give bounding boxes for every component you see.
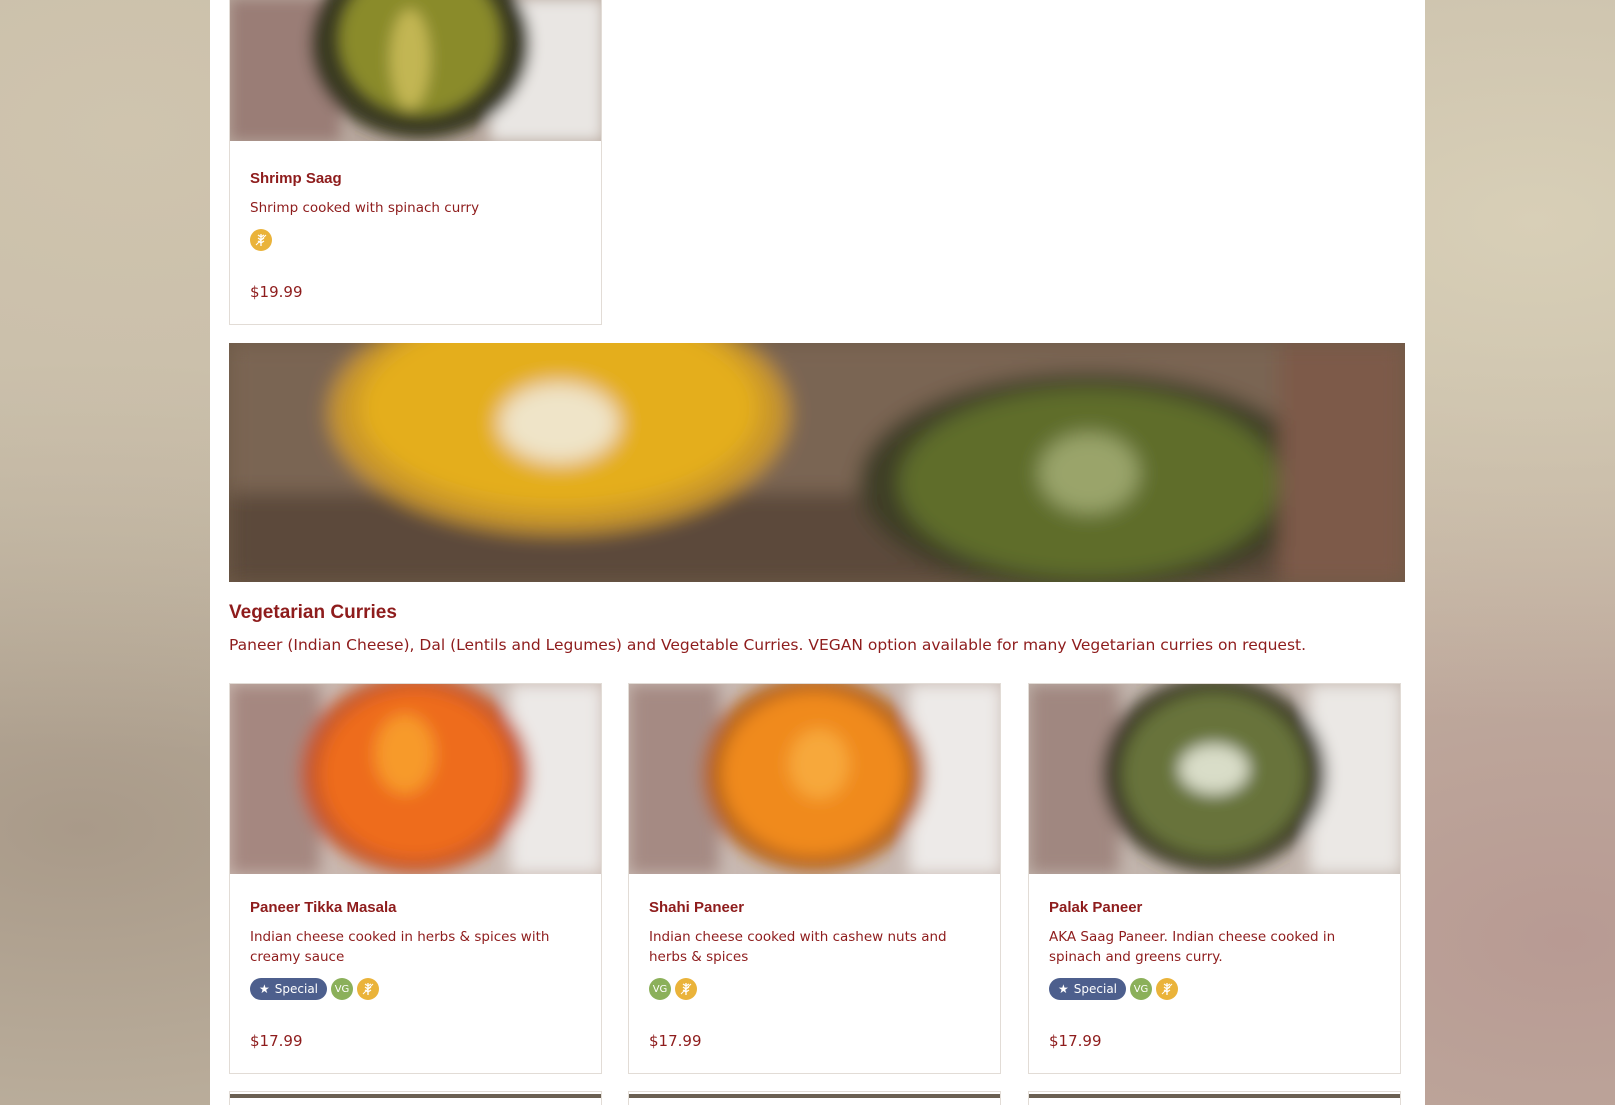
vegan-badge: VG <box>649 978 671 1000</box>
dish-name: Shrimp Saag <box>250 170 342 187</box>
menu-item-card-partial[interactable] <box>1028 1091 1401 1105</box>
dish-photo <box>1029 684 1400 874</box>
special-badge: ★ Special <box>1049 978 1127 1000</box>
vegan-badge: VG <box>1130 978 1153 1000</box>
dish-price: $17.99 <box>1049 1032 1102 1050</box>
dish-description: Indian cheese cooked with cashew nuts an… <box>649 929 947 965</box>
vegan-badge: VG <box>331 978 354 1000</box>
dish-description: AKA Saag Paneer. Indian cheese cooked in… <box>1049 929 1336 965</box>
dish-price: $17.99 <box>649 1032 702 1050</box>
gluten-free-icon <box>675 978 697 1000</box>
gluten-free-icon <box>357 978 380 1000</box>
menu-item-card[interactable]: Paneer Tikka Masala Indian cheese cooked… <box>229 683 602 1074</box>
dietary-badges: ★ Special VG <box>1049 977 1380 1001</box>
dietary-badges: VG <box>649 977 980 1001</box>
dish-name: Shahi Paneer <box>649 899 745 916</box>
menu-item-card[interactable]: Shahi Paneer Indian cheese cooked with c… <box>628 683 1001 1074</box>
dish-name: Paneer Tikka Masala <box>250 899 397 916</box>
dietary-badges <box>250 228 581 252</box>
star-icon: ★ <box>259 982 270 996</box>
dish-photo <box>230 684 601 874</box>
gluten-free-icon <box>250 229 272 251</box>
menu-item-card[interactable]: Shrimp Saag Shrimp cooked with spinach c… <box>229 0 602 325</box>
dish-price: $17.99 <box>250 1032 303 1050</box>
menu-item-card-partial[interactable] <box>229 1091 602 1105</box>
dietary-badges: ★ Special VG <box>250 977 581 1001</box>
section-description: Paneer (Indian Cheese), Dal (Lentils and… <box>229 636 1307 654</box>
special-label: Special <box>274 982 319 996</box>
special-label: Special <box>1073 982 1118 996</box>
special-badge: ★ Special <box>250 978 328 1000</box>
section-title: Vegetarian Curries <box>229 602 397 623</box>
dish-description: Shrimp cooked with spinach curry <box>250 200 480 216</box>
section-banner-image <box>229 343 1405 582</box>
menu-page: Shrimp Saag Shrimp cooked with spinach c… <box>210 0 1425 1105</box>
dish-photo <box>629 684 1000 874</box>
menu-item-card[interactable]: Palak Paneer AKA Saag Paneer. Indian che… <box>1028 683 1401 1074</box>
gluten-free-icon <box>1156 978 1179 1000</box>
dish-name: Palak Paneer <box>1049 899 1143 916</box>
dish-description: Indian cheese cooked in herbs & spices w… <box>250 929 550 965</box>
dish-price: $19.99 <box>250 283 303 301</box>
menu-item-card-partial[interactable] <box>628 1091 1001 1105</box>
star-icon: ★ <box>1058 982 1069 996</box>
dish-photo <box>230 0 601 141</box>
